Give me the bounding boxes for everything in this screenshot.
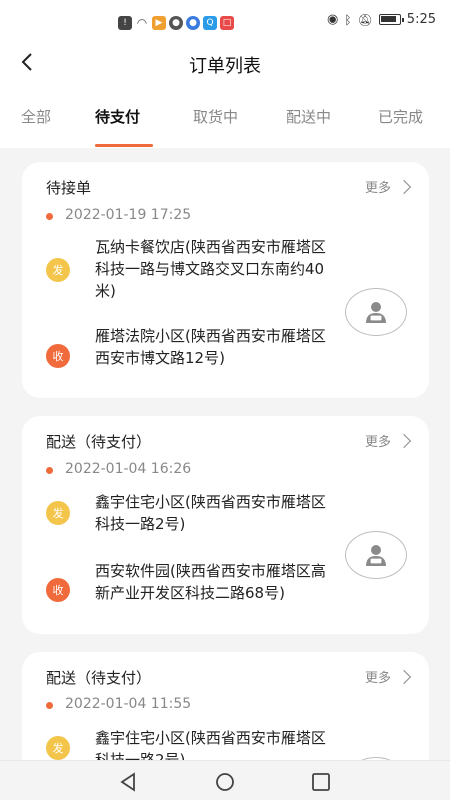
send-badge: 发	[46, 736, 70, 760]
status-bar: ! ◠ ▶ ● ● Q □ ◉ ᛒ 🔕︎ 5:25	[0, 0, 450, 40]
order-card[interactable]: 配送（待支付） 更多 2022-01-04 16:26 发 鑫宇住宅小区(陕西省…	[22, 416, 429, 634]
tab-completed[interactable]: 已完成	[378, 106, 423, 127]
time-dot	[46, 467, 53, 474]
tab-bar: 全部 待支付 取货中 配送中 已完成	[0, 86, 450, 148]
send-address: 瓦纳卡餐饮店(陕西省西安市雁塔区科技一路与博文路交叉口东南约40米)	[95, 238, 326, 300]
alert-icon: !	[118, 16, 132, 30]
order-card[interactable]: 待接单 更多 2022-01-19 17:25 发 瓦纳卡餐饮店(陕西省西安市雁…	[22, 162, 429, 398]
more-button[interactable]: 更多	[364, 177, 412, 196]
active-tab-indicator	[95, 144, 153, 147]
order-time: 2022-01-04 11:55	[65, 696, 192, 712]
notification-icons: ! ◠ ▶ ● ● Q □	[118, 16, 234, 30]
order-status: 待接单	[46, 179, 92, 197]
tab-picking-up[interactable]: 取货中	[193, 106, 238, 127]
order-status: 配送（待支付）	[46, 433, 152, 451]
order-time: 2022-01-19 17:25	[65, 207, 192, 223]
tab-pending-payment[interactable]: 待支付	[95, 106, 140, 127]
bluetooth-icon: ᛒ	[344, 12, 352, 27]
more-button[interactable]: 更多	[364, 431, 412, 450]
app-icon-blue: ●	[186, 16, 200, 30]
circle-home-icon[interactable]	[214, 771, 236, 793]
more-button[interactable]: 更多	[364, 667, 412, 686]
courier-icon	[366, 545, 386, 566]
mute-icon: 🔕︎	[357, 12, 373, 27]
send-badge: 发	[46, 258, 70, 282]
receive-address: 西安软件园(陕西省西安市雁塔区高新产业开发区科技二路68号)	[95, 562, 326, 602]
triangle-back-icon[interactable]	[117, 771, 139, 793]
send-badge: 发	[46, 501, 70, 525]
rider-avatar[interactable]	[345, 288, 407, 336]
app-icon-dark: ●	[169, 16, 183, 30]
receive-address: 雁塔法院小区(陕西省西安市雁塔区西安市博文路12号)	[95, 327, 326, 367]
rider-avatar[interactable]	[345, 531, 407, 579]
status-icons: ◉ ᛒ 🔕︎ 5:25	[327, 12, 436, 27]
tab-delivering[interactable]: 配送中	[286, 106, 331, 127]
system-nav-bar	[0, 760, 450, 800]
receive-badge: 收	[46, 578, 70, 602]
square-recents-icon[interactable]	[310, 771, 332, 793]
order-status: 配送（待支付）	[46, 669, 152, 687]
order-time: 2022-01-04 16:26	[65, 461, 192, 477]
battery-icon	[378, 14, 404, 25]
send-address: 鑫宇住宅小区(陕西省西安市雁塔区科技一路2号)	[95, 493, 326, 533]
app-icon-blue2: Q	[203, 16, 217, 30]
chevron-right-icon	[396, 179, 412, 194]
clock: 5:25	[406, 12, 436, 27]
more-label: 更多	[364, 181, 391, 196]
chevron-right-icon	[396, 433, 412, 448]
app-icon-orange: ▶	[152, 16, 166, 30]
chevron-right-icon	[396, 669, 412, 684]
page-title: 订单列表	[189, 56, 261, 77]
header: 订单列表	[0, 40, 450, 86]
wifi-icon: ◠	[136, 16, 148, 30]
receive-badge: 收	[46, 344, 70, 368]
courier-icon	[366, 302, 386, 323]
eye-icon: ◉	[327, 12, 339, 27]
more-label: 更多	[364, 671, 391, 686]
more-label: 更多	[364, 435, 391, 450]
time-dot	[46, 702, 53, 709]
tab-all[interactable]: 全部	[21, 106, 51, 127]
app-icon-red: □	[220, 16, 234, 30]
time-dot	[46, 213, 53, 220]
